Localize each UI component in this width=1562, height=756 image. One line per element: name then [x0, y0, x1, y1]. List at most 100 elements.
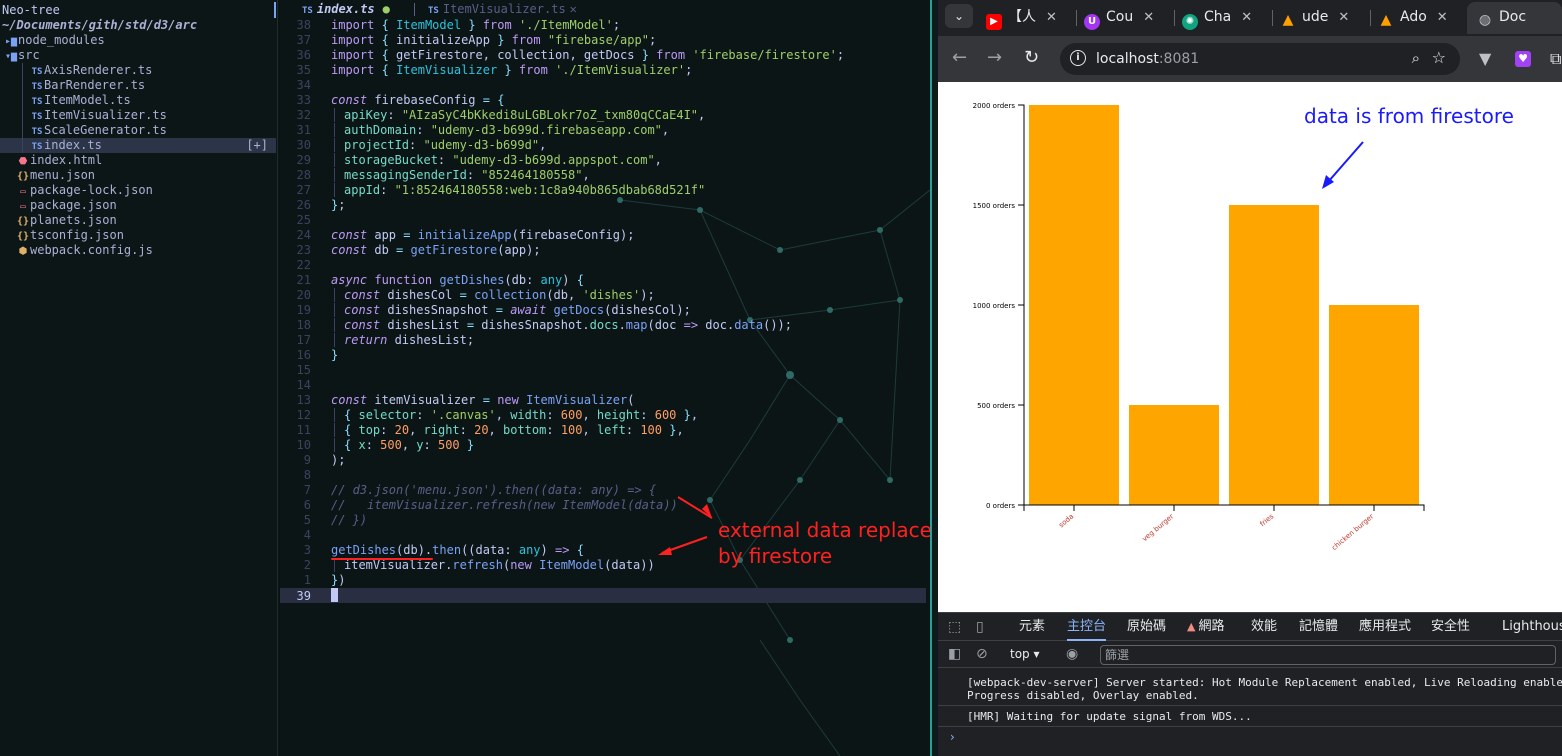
close-icon[interactable]: ✕ — [1437, 10, 1448, 25]
browser-tab-firebase-2[interactable]: ▲ Ado ✕ — [1378, 2, 1448, 34]
tree-item[interactable]: {}menu.json — [0, 168, 276, 183]
browser-tab-label: Cha — [1204, 9, 1232, 25]
tree-item[interactable]: TS BarRenderer.ts — [0, 78, 276, 93]
tree-item-label: BarRenderer.ts — [44, 78, 146, 92]
site-info-icon[interactable]: i — [1070, 50, 1086, 66]
tree-item[interactable]: TS AxisRenderer.ts — [0, 63, 276, 78]
window-split-divider[interactable] — [930, 0, 938, 756]
tree-item[interactable]: ▭ package.json — [0, 198, 276, 213]
browser-tabstrip: ⌄ ▶ 【人 ✕ U Cou ✕ ✺ Cha ✕ ▲ ude ✕ ▲ Ado ✕ ◍ Doc — [938, 0, 1562, 36]
webpack-icon: ⬢ — [18, 246, 28, 257]
url-text: localhost:8081 — [1096, 51, 1200, 67]
tree-item[interactable]: TS ItemVisualizer.ts — [0, 108, 276, 123]
firebase-icon: ▲ — [1380, 12, 1392, 28]
devtools-tab-sources[interactable]: 原始碼 — [1127, 613, 1166, 641]
browser-tab-label: Ado — [1400, 9, 1427, 25]
sidebar-cursor — [274, 2, 276, 18]
vue-devtools-icon[interactable]: ▼ — [1479, 50, 1491, 68]
browser-tab-udemy[interactable]: U Cou ✕ — [1084, 2, 1154, 34]
browser-tab-chatgpt[interactable]: ✺ Cha ✕ — [1182, 2, 1252, 34]
eye-icon[interactable]: ◉ — [1066, 646, 1078, 662]
browser-tab-youtube[interactable]: ▶ 【人 ✕ — [986, 2, 1057, 34]
console-prompt-chevron-icon[interactable]: › — [950, 730, 955, 744]
devtools-tab-network[interactable]: ▲ 網路 — [1187, 613, 1224, 641]
tree-item-label: index.ts — [44, 138, 102, 152]
tree-item-label: package-lock.json — [30, 183, 153, 197]
tree-item[interactable]: ▸▆node_modules — [0, 33, 276, 48]
address-bar[interactable]: i localhost:8081 ⌕ ☆ — [1060, 43, 1460, 75]
extensions-puzzle-icon[interactable]: ⧉ — [1550, 50, 1561, 68]
devtools-tab-application[interactable]: 應用程式 — [1359, 613, 1411, 641]
inspect-element-icon[interactable]: ⬚ — [948, 619, 961, 635]
devtools-tab-console[interactable]: 主控台 — [1067, 613, 1107, 641]
tree-item[interactable]: ▭ package-lock.json — [0, 183, 276, 198]
console-filterbar: ◧ ⊘ top ▾ ◉ 篩選 — [938, 642, 1562, 668]
indent-guide — [22, 63, 23, 153]
close-icon[interactable]: ✕ — [1338, 10, 1349, 25]
clear-console-icon[interactable]: ⊘ — [976, 646, 988, 662]
bookmark-star-icon[interactable]: ☆ — [1432, 48, 1446, 67]
browser-tab-label: Cou — [1106, 9, 1134, 25]
code-editor[interactable]: TS index.ts ● TS ItemVisualizer.ts ✕ 38 impor… — [280, 0, 930, 756]
browser-tab-active[interactable]: ◍ Doc — [1467, 2, 1562, 34]
page-viewport: 0 orders 500 orders 1000 orders 1500 orders… — [938, 82, 1562, 612]
explorer-title: Neo-tree — [2, 3, 60, 17]
console-filter-input[interactable]: 篩選 — [1100, 645, 1556, 665]
blue-arrow — [1322, 141, 1364, 189]
devtools-tab-performance[interactable]: 效能 — [1251, 613, 1277, 641]
close-icon[interactable]: ✕ — [1143, 10, 1154, 25]
tree-item-label: src — [18, 48, 40, 62]
extension-icon[interactable]: ♥ — [1515, 51, 1531, 67]
zoom-icon[interactable]: ⌕ — [1412, 49, 1420, 67]
globe-icon: ◍ — [1478, 12, 1492, 28]
sidebar-toggle-icon[interactable]: ◧ — [948, 646, 961, 662]
tab-search-chevron-icon[interactable]: ⌄ — [945, 4, 973, 28]
tree-item[interactable]: TS ScaleGenerator.ts — [0, 123, 276, 138]
tree-item-label: index.html — [30, 153, 103, 167]
annotation-by-firestore: by firestore — [718, 544, 833, 568]
tree-item-label: tsconfig.json — [30, 228, 124, 242]
browser-tab-firebase-1[interactable]: ▲ ude ✕ — [1280, 2, 1350, 34]
folder-icon: ▸▆ — [4, 36, 18, 47]
tree-item[interactable]: TS ItemModel.ts — [0, 93, 276, 108]
modified-badge: [+] — [246, 138, 268, 152]
tree-item-label: node_modules — [18, 33, 105, 47]
device-toolbar-icon[interactable]: ▯ — [976, 619, 984, 635]
annotation-external-data: external data replaced — [718, 518, 930, 542]
tree-item[interactable]: ⬣ index.html — [0, 153, 276, 168]
browser-toolbar: ← → ↻ i localhost:8081 ⌕ ☆ ▼ ♥ ⧉ — [938, 36, 1562, 82]
tree-item-label: ItemModel.ts — [44, 93, 131, 107]
devtools-tab-elements[interactable]: 元素 — [1019, 613, 1045, 641]
warning-icon: ▲ — [1187, 620, 1196, 633]
devtools-tab-lighthouse[interactable]: Lighthouse — [1502, 613, 1562, 641]
tree-item-label: package.json — [30, 198, 117, 212]
file-explorer-sidebar: Neo-tree ~/Documents/gith/std/d3/arc ▸▆n… — [0, 0, 278, 756]
tree-item-label: webpack.config.js — [30, 243, 153, 257]
close-icon[interactable]: ✕ — [1046, 10, 1057, 25]
console-message: [HMR] Waiting for update signal from WDS… — [967, 710, 1252, 723]
console-message: Progress disabled, Overlay enabled. — [967, 689, 1199, 702]
youtube-icon: ▶ — [986, 14, 1002, 30]
html-icon: ⬣ — [18, 156, 28, 167]
devtools-tab-memory[interactable]: 記憶體 — [1299, 613, 1338, 641]
back-arrow-icon[interactable]: ← — [952, 47, 967, 69]
context-selector[interactable]: top ▾ — [1010, 647, 1040, 661]
tree-item[interactable]: ▾▆src — [0, 48, 276, 63]
devtools-tabbar: ⬚ ▯ 元素 主控台 原始碼 ▲ 網路 效能 記憶體 應用程式 安全性 Light… — [938, 613, 1562, 641]
browser-tab-label: ude — [1302, 9, 1329, 25]
json-icon: {} — [16, 216, 30, 227]
explorer-root-path: ~/Documents/gith/std/d3/arc — [2, 18, 198, 32]
devtools-tab-security[interactable]: 安全性 — [1431, 613, 1470, 641]
folder-open-icon: ▾▆ — [4, 51, 18, 62]
console-message: [webpack-dev-server] Server started: Hot… — [967, 676, 1562, 689]
tree-item[interactable]: ⬢ webpack.config.js — [0, 243, 276, 258]
tree-item-label: ItemVisualizer.ts — [44, 108, 167, 122]
tree-item[interactable]: {}tsconfig.json — [0, 228, 276, 243]
firebase-icon: ▲ — [1282, 12, 1294, 28]
tree-item[interactable]: TS index.ts [+] — [0, 138, 276, 153]
forward-arrow-icon[interactable]: → — [987, 47, 1002, 69]
reload-icon[interactable]: ↻ — [1024, 47, 1039, 69]
devtools-panel: ⬚ ▯ 元素 主控台 原始碼 ▲ 網路 效能 記憶體 應用程式 安全性 Light… — [938, 612, 1562, 756]
tree-item[interactable]: {}planets.json — [0, 213, 276, 228]
close-icon[interactable]: ✕ — [1241, 10, 1252, 25]
